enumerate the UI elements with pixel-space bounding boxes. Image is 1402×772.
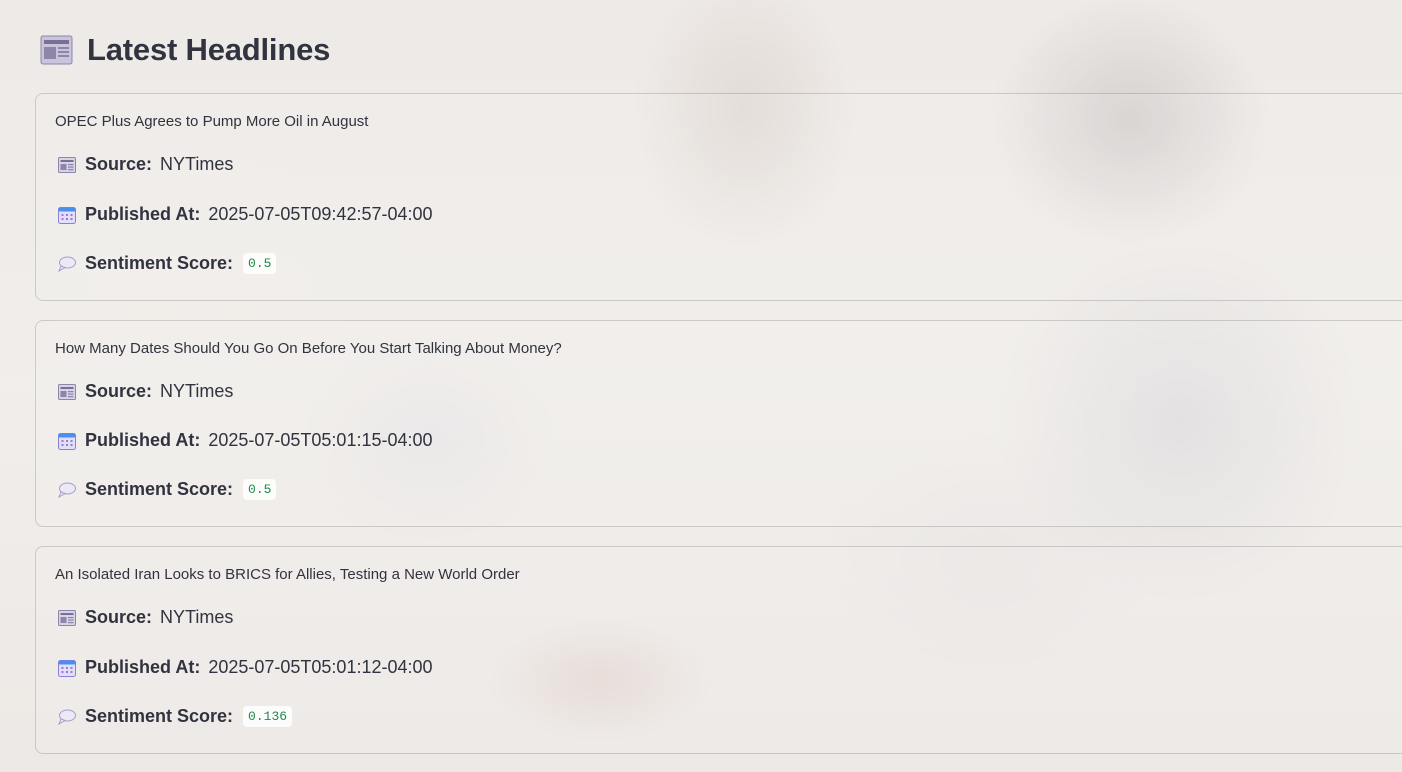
headline-card: How Many Dates Should You Go On Before Y… <box>35 320 1402 527</box>
headline-card: OPEC Plus Agrees to Pump More Oil in Aug… <box>35 93 1402 301</box>
newspaper-icon <box>57 608 77 628</box>
published-value: 2025-07-05T05:01:15-04:00 <box>208 430 433 450</box>
published-value: 2025-07-05T09:42:57-04:00 <box>208 204 433 224</box>
source-row: Source: NYTimes <box>57 381 233 402</box>
published-row: Published At: 2025-07-05T05:01:12-04:00 <box>57 657 433 678</box>
source-value: NYTimes <box>160 381 234 401</box>
published-value: 2025-07-05T05:01:12-04:00 <box>208 657 433 677</box>
headline-title: How Many Dates Should You Go On Before Y… <box>55 340 562 357</box>
sentiment-row: Sentiment Score: 0.5 <box>57 479 277 500</box>
sentiment-score-badge: 0.5 <box>243 479 277 500</box>
headline-title: OPEC Plus Agrees to Pump More Oil in Aug… <box>55 113 369 130</box>
sentiment-row: Sentiment Score: 0.136 <box>57 706 293 727</box>
newspaper-icon <box>57 155 77 175</box>
newspaper-icon <box>40 35 73 65</box>
source-label: Source: <box>85 154 153 174</box>
published-label: Published At: <box>85 657 201 677</box>
source-row: Source: NYTimes <box>57 607 233 628</box>
calendar-icon <box>57 658 77 678</box>
published-label: Published At: <box>85 430 201 450</box>
speech-bubble-icon <box>57 480 77 500</box>
source-label: Source: <box>85 381 153 401</box>
page-header: Latest Headlines <box>40 32 330 68</box>
source-row: Source: NYTimes <box>57 154 233 175</box>
headline-card: An Isolated Iran Looks to BRICS for Alli… <box>35 546 1402 754</box>
calendar-icon <box>57 205 77 225</box>
sentiment-label: Sentiment Score: <box>85 253 234 273</box>
published-label: Published At: <box>85 204 201 224</box>
published-row: Published At: 2025-07-05T09:42:57-04:00 <box>57 204 433 225</box>
speech-bubble-icon <box>57 707 77 727</box>
source-value: NYTimes <box>160 607 234 627</box>
sentiment-label: Sentiment Score: <box>85 479 234 499</box>
source-value: NYTimes <box>160 154 234 174</box>
calendar-icon <box>57 431 77 451</box>
newspaper-icon <box>57 382 77 402</box>
source-label: Source: <box>85 607 153 627</box>
sentiment-label: Sentiment Score: <box>85 706 234 726</box>
speech-bubble-icon <box>57 254 77 274</box>
published-row: Published At: 2025-07-05T05:01:15-04:00 <box>57 430 433 451</box>
page-title: Latest Headlines <box>87 32 331 67</box>
sentiment-row: Sentiment Score: 0.5 <box>57 253 277 274</box>
headline-title: An Isolated Iran Looks to BRICS for Alli… <box>55 566 520 583</box>
sentiment-score-badge: 0.136 <box>243 706 293 727</box>
sentiment-score-badge: 0.5 <box>243 253 277 274</box>
